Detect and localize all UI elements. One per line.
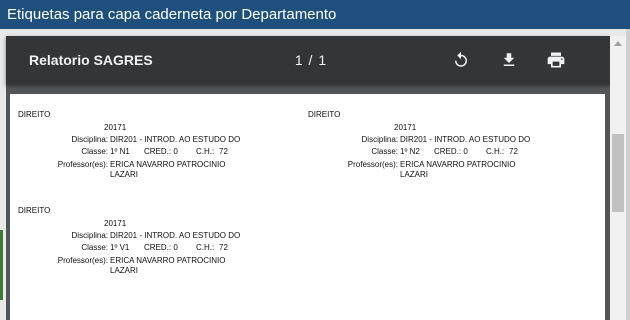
department-name: DIREITO xyxy=(18,110,51,119)
rotate-icon xyxy=(455,51,467,67)
classe-value: 1º V1 xyxy=(110,243,130,252)
vertical-scrollbar[interactable] xyxy=(610,36,626,320)
professor-label: Professor(es): xyxy=(57,160,108,169)
department-name: DIREITO xyxy=(308,110,341,119)
classe-value: 1º N2 xyxy=(400,147,420,156)
window-title: Etiquetas para capa caderneta por Depart… xyxy=(0,0,630,29)
semester-code: 20171 xyxy=(104,123,127,132)
viewer-toolbar: Relatorio SAGRES 1 / 1 xyxy=(6,36,610,84)
print-icon xyxy=(547,52,565,68)
left-accent-strip xyxy=(0,230,3,300)
credits-value: CRED.: 0 xyxy=(434,147,468,156)
label-card: DIREITO 20171 Disciplina: DIR201 - INTRO… xyxy=(18,110,278,190)
disciplina-label: Disciplina: xyxy=(71,231,108,240)
download-icon xyxy=(503,53,515,66)
rotate-button[interactable] xyxy=(449,48,473,72)
disciplina-value: DIR201 - INTROD. AO ESTUDO DO D xyxy=(110,231,241,240)
ch-value: 72 xyxy=(219,147,228,156)
label-card: DIREITO 20171 Disciplina: DIR201 - INTRO… xyxy=(308,110,568,190)
professor-name: ERICA NAVARRO PATROCINIO xyxy=(110,256,226,265)
professor-label: Professor(es): xyxy=(57,256,108,265)
disciplina-value: DIR201 - INTROD. AO ESTUDO DO D xyxy=(400,135,531,144)
classe-label: Classe: xyxy=(81,147,108,156)
disciplina-label: Disciplina: xyxy=(71,135,108,144)
ch-value: 72 xyxy=(219,243,228,252)
professor-surname: LAZARI xyxy=(110,170,139,179)
professor-surname: LAZARI xyxy=(400,170,429,179)
semester-code: 20171 xyxy=(394,123,417,132)
window-right-edge xyxy=(626,29,630,320)
credits-value: CRED.: 0 xyxy=(144,147,178,156)
download-button[interactable] xyxy=(497,48,521,72)
scroll-up-arrow-icon[interactable] xyxy=(610,36,626,52)
professor-name: ERICA NAVARRO PATROCINIO xyxy=(400,160,516,169)
classe-label: Classe: xyxy=(371,147,398,156)
ch-label: C.H.: xyxy=(486,147,505,156)
scrollbar-thumb[interactable] xyxy=(612,134,624,212)
disciplina-value: DIR201 - INTROD. AO ESTUDO DO D xyxy=(110,135,241,144)
ch-value: 72 xyxy=(509,147,518,156)
pdf-viewer: Relatorio SAGRES 1 / 1 DIREITO 20171 Dis… xyxy=(6,36,610,320)
document-title: Relatorio SAGRES xyxy=(29,52,153,68)
department-name: DIREITO xyxy=(18,206,51,215)
professor-label: Professor(es): xyxy=(347,160,398,169)
disciplina-label: Disciplina: xyxy=(361,135,398,144)
credits-value: CRED.: 0 xyxy=(144,243,178,252)
ch-label: C.H.: xyxy=(196,243,215,252)
professor-name: ERICA NAVARRO PATROCINIO xyxy=(110,160,226,169)
classe-label: Classe: xyxy=(81,243,108,252)
professor-surname: LAZARI xyxy=(110,266,139,275)
semester-code: 20171 xyxy=(104,219,127,228)
label-card: DIREITO 20171 Disciplina: DIR201 - INTRO… xyxy=(18,206,278,286)
print-button[interactable] xyxy=(544,48,568,72)
report-page: DIREITO 20171 Disciplina: DIR201 - INTRO… xyxy=(10,94,605,320)
classe-value: 1º N1 xyxy=(110,147,130,156)
ch-label: C.H.: xyxy=(196,147,215,156)
page-indicator: 1 / 1 xyxy=(294,52,328,68)
